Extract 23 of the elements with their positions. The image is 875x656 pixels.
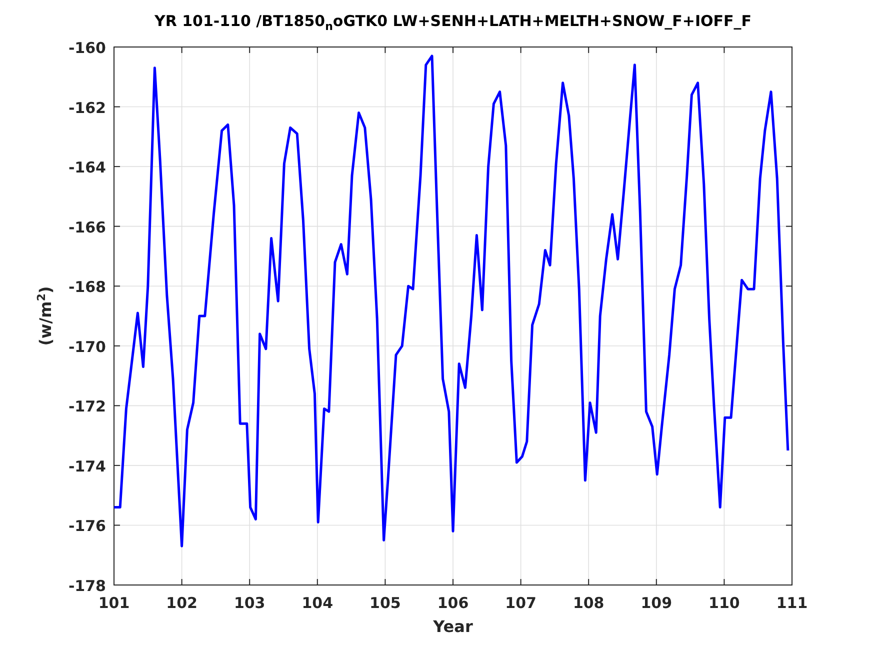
x-tick-label: 108 [572,594,604,612]
y-tick-label: -162 [68,98,106,117]
x-tick-label: 110 [708,594,740,612]
y-tick-label: -176 [68,517,106,536]
x-tick-label: 103 [234,594,266,612]
chart-title: YR 101-110 /BT1850$_{n}$oGTK0 LW+SENH+LATH+MELTH+SNOW_F+IOFF_F [153,12,753,33]
y-tick-label: -172 [68,398,106,416]
y-tick-label: -174 [68,457,106,476]
y-tick-label: -166 [68,218,106,236]
y-tick-label: -170 [68,338,106,356]
y-tick-label: -178 [68,577,106,595]
x-tick-label: 107 [505,594,536,612]
x-tick-label: 102 [166,594,198,612]
x-tick-label: 104 [302,594,334,612]
x-tick-label: 106 [437,594,469,612]
x-axis-label: Year [433,617,473,636]
x-tick-label: 111 [776,594,808,612]
y-tick-label: -164 [68,158,106,177]
y-tick-label: -168 [68,278,106,296]
x-tick-label: 101 [98,594,130,612]
y-tick-label: -160 [68,39,106,57]
x-tick-label: 109 [640,594,672,612]
x-tick-label: 105 [370,594,401,612]
